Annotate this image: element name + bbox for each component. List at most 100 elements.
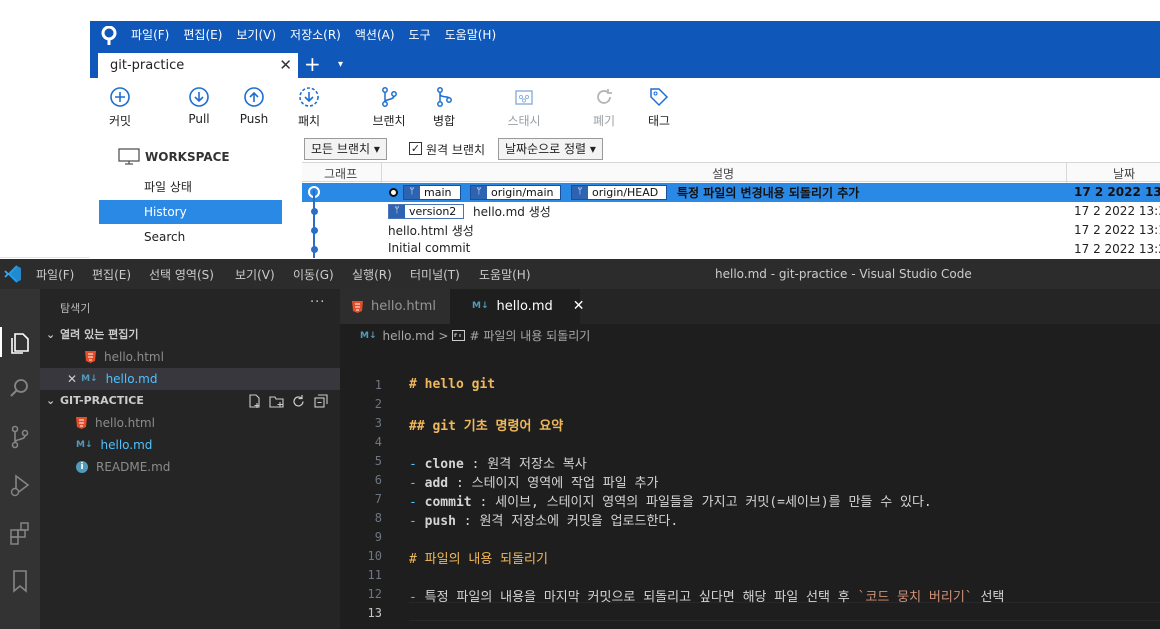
menu-help[interactable]: 도움말(H) [438, 21, 504, 50]
branch-badge-origin-main[interactable]: ᛘ origin/main [470, 185, 561, 200]
repo-tab-label: git-practice [110, 58, 185, 73]
code-line[interactable]: - push : 원격 저장소에 커밋을 업로드한다. [409, 510, 678, 529]
discard-icon [597, 89, 612, 104]
tag-icon [650, 88, 669, 107]
search-icon[interactable] [6, 375, 34, 403]
branch-icon: ᛘ [572, 186, 588, 199]
pull-button[interactable]: Pull [169, 86, 229, 126]
new-file-icon[interactable] [247, 394, 262, 409]
open-editor-item[interactable]: hello.html [85, 346, 164, 368]
more-actions-icon[interactable]: ··· [310, 295, 325, 310]
commit-graph-line [313, 190, 315, 258]
vs-menu-run[interactable]: 실행(R) [352, 266, 392, 283]
commit-icon [110, 87, 130, 107]
code-line[interactable]: - 특정 파일의 내용을 마지막 커밋으로 되돌리고 싶다면 해당 파일 선택 … [409, 586, 1004, 605]
code-line[interactable]: # 파일의 내용 되돌리기 [409, 548, 548, 567]
discard-button[interactable]: 폐기 [574, 86, 634, 129]
editor-tabs: hello.html M↓ hello.md ✕ [340, 289, 1160, 324]
vs-menu-file[interactable]: 파일(F) [36, 266, 74, 283]
close-icon[interactable]: ✕ [573, 289, 585, 324]
branch-badge-origin-head[interactable]: ᛘ origin/HEAD [571, 185, 667, 200]
vscode-titlebar: 파일(F) 편집(E) 선택 영역(S) 보기(V) 이동(G) 실행(R) 터… [0, 259, 1160, 289]
commit-row[interactable]: Initial commit 17 2 2022 13:26 [302, 240, 1160, 258]
repo-tab[interactable]: git-practice ✕ [98, 53, 298, 78]
breadcrumb-symbol[interactable]: # 파일의 내용 되돌리기 [469, 327, 590, 344]
menu-actions[interactable]: 액션(A) [348, 21, 402, 50]
branch-badge-main[interactable]: ᛘ main [403, 185, 461, 200]
code-line[interactable]: - commit : 세이브, 스테이지 영역의 파일들을 가지고 커밋(=세이… [409, 491, 932, 510]
branch-filter-dropdown[interactable]: 모든 브랜치 ▾ [304, 138, 387, 160]
commit-date: 17 2 2022 13:39 [1074, 185, 1160, 199]
tab-dropdown-icon[interactable]: ▾ [338, 53, 343, 77]
markdown-file-icon: M↓ [76, 440, 93, 450]
menu-tools[interactable]: 도구 [402, 21, 438, 50]
new-folder-icon[interactable] [269, 394, 284, 409]
line-number: 12 [367, 587, 382, 601]
file-item[interactable]: M↓ hello.md [76, 434, 152, 456]
remote-branches-checkbox[interactable]: ✓ [409, 142, 422, 155]
open-editors-section[interactable]: ⌄ 열려 있는 편집기 [40, 324, 340, 346]
commit-row[interactable]: ᛘ main ᛘ origin/main ᛘ origin/HEAD 특정 파일의 변… [302, 183, 1160, 202]
vs-menu-help[interactable]: 도움말(H) [479, 266, 531, 283]
file-item[interactable]: i README.md [76, 456, 170, 478]
sidebar-item-file-status[interactable]: 파일 상태 [99, 175, 282, 199]
discard-label: 폐기 [592, 114, 616, 128]
file-item[interactable]: hello.html [76, 412, 155, 434]
menu-file[interactable]: 파일(F) [124, 21, 176, 50]
explorer-title: 탐색기 [60, 302, 91, 315]
html-file-icon [85, 351, 96, 363]
refresh-icon[interactable] [291, 394, 306, 409]
vs-menu-view[interactable]: 보기(V) [235, 266, 275, 283]
close-icon[interactable]: ✕ [279, 53, 292, 78]
code-line[interactable]: - add : 스테이지 영역에 작업 파일 추가 [409, 472, 658, 491]
stash-button[interactable]: 스태시 [494, 86, 554, 129]
close-icon[interactable]: ✕ [67, 368, 77, 390]
sort-order-dropdown[interactable]: 날짜순으로 정렬 ▾ [498, 138, 603, 160]
sidebar-item-history[interactable]: History [99, 200, 282, 224]
commit-message: hello.md 생성 [473, 205, 551, 219]
commit-button[interactable]: 커밋 [90, 86, 150, 129]
pull-icon [189, 87, 209, 107]
branch-button[interactable]: 브랜치 [359, 86, 419, 129]
vs-menu-selection[interactable]: 선택 영역(S) [149, 266, 214, 283]
vs-menu-terminal[interactable]: 터미널(T) [410, 266, 460, 283]
commit-row[interactable]: hello.html 생성 17 2 2022 13:1 [302, 221, 1160, 240]
sourcetree-logo-icon [94, 21, 124, 50]
tag-badge-version2[interactable]: ᛘ version2 [388, 204, 464, 219]
column-description[interactable]: 설명 [712, 165, 734, 182]
fetch-button[interactable]: 패치 [279, 86, 339, 129]
vs-menu-go[interactable]: 이동(G) [293, 266, 334, 283]
desktop-background [0, 0, 90, 258]
menu-view[interactable]: 보기(V) [229, 21, 283, 50]
run-debug-icon[interactable] [6, 471, 34, 499]
bookmark-icon[interactable] [6, 567, 34, 595]
merge-button[interactable]: 병합 [414, 86, 474, 129]
commit-row[interactable]: ᛘversion2 hello.md 생성 17 2 2022 13:30 [302, 202, 1160, 221]
line-number: 9 [374, 530, 382, 544]
explorer-sidebar: 탐색기 ··· ⌄ 열려 있는 편집기 hello.html ✕ M↓ hello… [40, 289, 340, 629]
breadcrumb-file[interactable]: hello.md [383, 329, 435, 343]
menu-repository[interactable]: 저장소(R) [283, 21, 348, 50]
column-graph[interactable]: 그래프 [324, 165, 357, 182]
markdown-file-icon: M↓ [81, 374, 98, 384]
column-date[interactable]: 날짜 [1113, 165, 1135, 182]
explorer-icon[interactable] [6, 329, 34, 357]
extensions-icon[interactable] [6, 519, 34, 547]
tab-hello-md[interactable]: M↓ hello.md ✕ [450, 289, 584, 324]
code-line[interactable]: - clone : 원격 저장소 복사 [409, 453, 587, 472]
menu-edit[interactable]: 편집(E) [176, 21, 229, 50]
push-button[interactable]: Push [224, 86, 284, 126]
source-control-icon[interactable] [6, 423, 34, 451]
collapse-all-icon[interactable] [313, 394, 328, 409]
chevron-down-icon: ⌄ [46, 328, 56, 341]
sidebar-item-search[interactable]: Search [99, 225, 282, 249]
code-line[interactable]: ## git 기초 명령어 요약 [409, 415, 563, 434]
commit-message: hello.html 생성 [388, 224, 474, 238]
vs-menu-edit[interactable]: 편집(E) [92, 266, 131, 283]
code-line[interactable]: # hello git [409, 377, 495, 392]
tab-hello-html[interactable]: hello.html [340, 289, 450, 324]
open-editor-item-active[interactable]: ✕ M↓ hello.md [40, 368, 340, 390]
sourcetree-menubar: 파일(F) 편집(E) 보기(V) 저장소(R) 액션(A) 도구 도움말(H) [90, 21, 1160, 50]
tag-button[interactable]: 태그 [629, 86, 689, 129]
add-tab-icon[interactable]: + [304, 52, 321, 76]
